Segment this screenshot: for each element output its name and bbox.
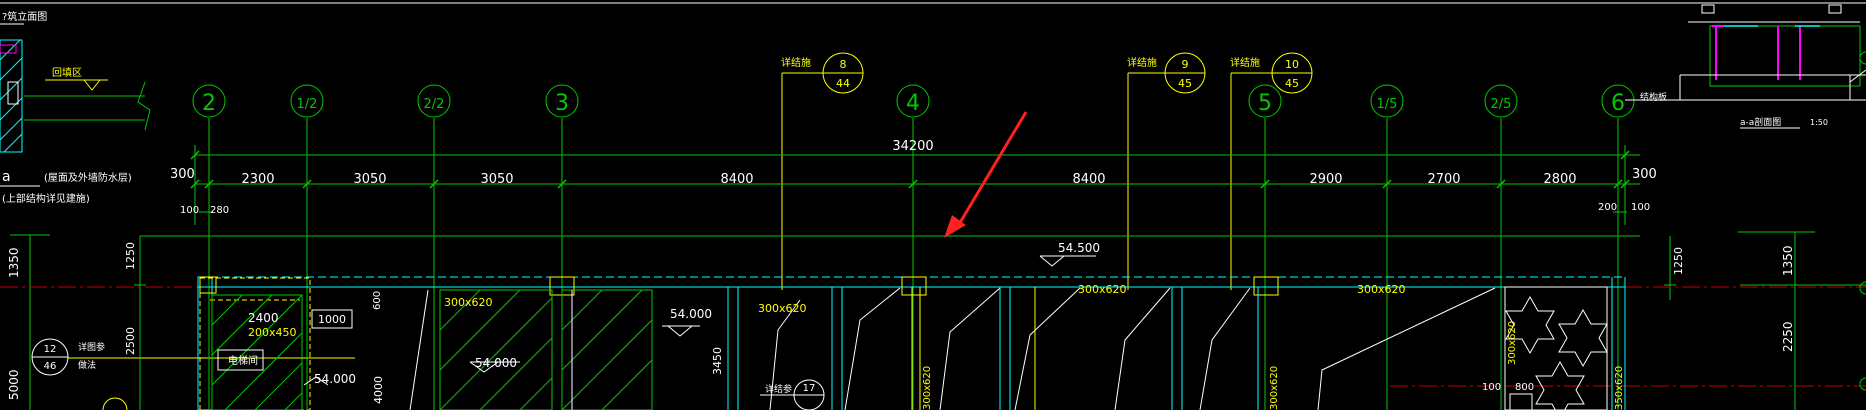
- v-beam-1: 300x620: [922, 366, 933, 410]
- beam-label-1: 300x620: [444, 296, 493, 309]
- beam-200x450: 200x450: [248, 326, 297, 339]
- beam-label-3: 300x620: [1078, 283, 1127, 296]
- axis-bubble-3[interactable]: 3: [545, 84, 579, 118]
- axis-bubble-4[interactable]: 4: [896, 84, 930, 118]
- svg-text:8: 8: [840, 58, 847, 71]
- dim-right-200: 200: [1598, 202, 1617, 213]
- svg-text:详结施: 详结施: [1230, 56, 1260, 69]
- svg-text:54.500: 54.500: [1058, 241, 1100, 255]
- cad-drawing-canvas[interactable]: ?筑立面图 回填区 a (屋面及外墙防水层) (上部结构详见建施) 1350 5…: [0, 0, 1866, 410]
- elev-mid-center: 54.000: [670, 307, 712, 321]
- svg-text:详结施: 详结施: [1127, 56, 1157, 69]
- svg-text:3: 3: [555, 91, 569, 116]
- beam-label-2: 300x620: [758, 302, 807, 315]
- axis-bubble-1-2[interactable]: 1/2: [290, 84, 324, 118]
- dim-left-100: 100: [180, 205, 199, 216]
- axis-bubble-1-5[interactable]: 1/5: [1370, 84, 1404, 118]
- v-beam-2: 300x620: [1269, 366, 1280, 410]
- axis-bubble-2-5[interactable]: 2/5: [1484, 84, 1518, 118]
- svg-text:1/5: 1/5: [1377, 97, 1398, 112]
- svg-text:45: 45: [1285, 77, 1299, 90]
- dim-seg-3: 3050: [480, 172, 513, 187]
- svg-text:2: 2: [202, 91, 216, 116]
- svg-text:45: 45: [1178, 77, 1192, 90]
- stair-note: 电梯间: [228, 354, 258, 367]
- dim-right-1350: 1350: [1781, 245, 1795, 276]
- dim-left-1250: 1250: [124, 242, 137, 270]
- elev-5000: 5000: [7, 369, 21, 400]
- axis-bubble-2-2[interactable]: 2/2: [417, 84, 451, 118]
- v-beam-3: 350x620: [1614, 366, 1625, 410]
- axis-bubble-2[interactable]: 2: [192, 84, 226, 118]
- dim-seg-6: 2900: [1309, 172, 1342, 187]
- dim-seg-8: 2800: [1543, 172, 1576, 187]
- ref-note2: 做法: [78, 359, 96, 371]
- svg-text:2/5: 2/5: [1491, 97, 1512, 112]
- svg-text:2/2: 2/2: [424, 97, 445, 112]
- beam-label-4: 300x620: [1357, 283, 1406, 296]
- axis-bubble-6[interactable]: 6: [1601, 84, 1635, 118]
- svg-text:1/2: 1/2: [297, 97, 318, 112]
- dim-1000: 1000: [318, 313, 346, 326]
- dim-total: 34200: [892, 139, 933, 154]
- svg-text:详结参: 详结参: [765, 383, 792, 395]
- dim-seg-5: 8400: [1072, 172, 1105, 187]
- dim-seg-1: 2300: [241, 172, 274, 187]
- axis-bubble-5[interactable]: 5: [1248, 84, 1282, 118]
- ref-note: 详图参: [78, 341, 105, 353]
- dim-4000: 4000: [372, 376, 385, 404]
- dim-seg-2: 3050: [353, 172, 386, 187]
- svg-text:10: 10: [1285, 58, 1299, 71]
- dim-seg-4: 8400: [720, 172, 753, 187]
- elev-low-left: 54.000: [314, 372, 356, 386]
- dim-left-300: 300: [170, 167, 195, 182]
- dim-2400: 2400: [248, 311, 279, 325]
- dim-800-inner: 800: [1515, 382, 1534, 393]
- dim-right-2250: 2250: [1781, 321, 1795, 352]
- waterproof-note: (屋面及外墙防水层): [44, 171, 132, 184]
- svg-text:44: 44: [836, 77, 850, 90]
- elev-1350: 1350: [7, 247, 21, 278]
- label-a: a: [2, 169, 11, 185]
- dim-left-2500: 2500: [124, 327, 137, 355]
- section-scale: 1:50: [1810, 118, 1828, 127]
- structure-note: (上部结构详见建施): [2, 192, 90, 205]
- ref-den: 46: [44, 361, 57, 372]
- svg-text:6: 6: [1611, 91, 1625, 116]
- slab-note: 结构板: [1640, 91, 1667, 103]
- dim-right-300: 300: [1632, 167, 1657, 182]
- svg-text:9: 9: [1182, 58, 1189, 71]
- section-title: a-a剖面图: [1740, 116, 1781, 128]
- dim-3450: 3450: [711, 347, 724, 375]
- elev-mid-left: 54.000: [475, 356, 517, 370]
- svg-text:详结施: 详结施: [781, 56, 811, 69]
- svg-text:5: 5: [1258, 91, 1272, 116]
- ref-num: 12: [44, 344, 57, 355]
- svg-text:4: 4: [906, 91, 920, 116]
- dim-600: 600: [372, 291, 383, 310]
- top-note: ?筑立面图: [2, 10, 47, 23]
- svg-text:17: 17: [803, 383, 816, 394]
- dim-seg-7: 2700: [1427, 172, 1460, 187]
- dim-left-280: 280: [210, 205, 229, 216]
- fill-label: 回填区: [52, 66, 82, 79]
- dim-right-100: 100: [1631, 202, 1650, 213]
- dim-right-1250: 1250: [1672, 247, 1685, 275]
- dim-100-inner: 100: [1482, 382, 1501, 393]
